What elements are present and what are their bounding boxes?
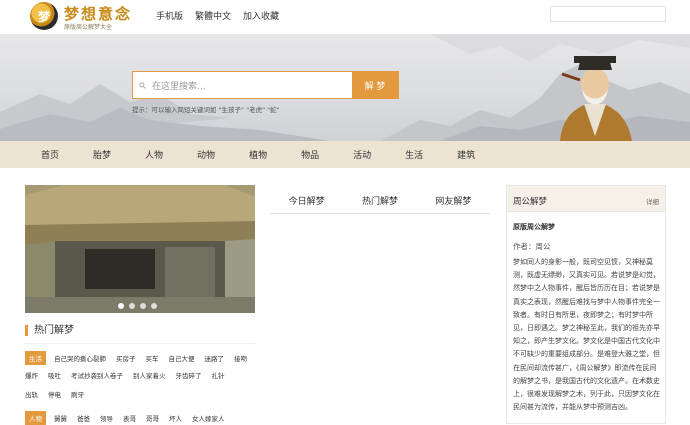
tag-link[interactable]: 刷牙 [71, 389, 84, 399]
search-button[interactable]: 解 梦 [352, 72, 398, 98]
tag-link[interactable]: 买房子 [116, 353, 136, 363]
more-link[interactable]: 详细 [646, 196, 659, 206]
top-nav: 手机版 繁體中文 加入收藏 [156, 9, 279, 22]
hero-banner: 在这里搜索... 解 梦 提示：可以输入简短关键词如 "生孩子" "老虎" "蛇… [0, 34, 690, 141]
slider-image[interactable] [25, 185, 255, 313]
book-title[interactable]: 原版周公解梦 [513, 222, 555, 232]
nav-traditional[interactable]: 繁體中文 [195, 9, 231, 22]
nav-bookmark[interactable]: 加入收藏 [243, 9, 279, 22]
search-hint: 提示：可以输入简短关键词如 "生孩子" "老虎" "蛇" [132, 106, 280, 114]
zhougong-panel: 周公解梦 详细 原版周公解梦 作者：周公 梦如同人的身影一般，既司空见惯，又神秘… [506, 185, 666, 424]
tag-link[interactable]: 考试抄袭别人卷子 [71, 370, 123, 380]
slider-dot[interactable] [140, 303, 146, 309]
tag-link[interactable]: 出轨 [25, 389, 38, 399]
tag-row-3: 出轨 停电 刷牙 [25, 389, 94, 399]
cat-buildings[interactable]: 建筑 [457, 148, 475, 161]
cat-activities[interactable]: 活动 [353, 148, 371, 161]
zhougong-figure [560, 56, 632, 141]
cat-people[interactable]: 人物 [145, 148, 163, 161]
tag-link[interactable]: 舅舅 [54, 413, 67, 423]
search-placeholder: 在这里搜索... [152, 81, 206, 92]
tab-netizen[interactable]: 网友解梦 [435, 194, 471, 207]
tag-category-people[interactable]: 人物 [25, 411, 46, 425]
tag-link[interactable]: 爆炸 [25, 370, 38, 380]
main-search: 在这里搜索... 解 梦 [132, 71, 399, 99]
tag-link[interactable]: 别人家着火 [133, 370, 166, 380]
slider-dots [118, 303, 157, 309]
logo-glyph: 梦 [37, 9, 50, 24]
tag-link[interactable]: 女人嫁家人 [192, 413, 225, 423]
tag-link[interactable]: 迷路了 [205, 353, 225, 363]
hut-photo [25, 185, 255, 313]
slider-dot[interactable] [118, 303, 124, 309]
tag-link[interactable]: 自己大便 [169, 353, 195, 363]
tag-row-1: 生活 自己哭的撕心裂肺 买房子 买车 自己大便 迷路了 接吻 [25, 351, 257, 365]
tag-link[interactable]: 哥哥 [146, 413, 159, 423]
tab-today[interactable]: 今日解梦 [289, 194, 325, 207]
tag-link[interactable]: 牙齿碎了 [176, 370, 202, 380]
tabs-divider [270, 213, 490, 214]
tag-link[interactable]: 吸吐 [48, 370, 61, 380]
slider-dot[interactable] [151, 303, 157, 309]
cat-animals[interactable]: 动物 [197, 148, 215, 161]
tag-link[interactable]: 接吻 [234, 353, 247, 363]
panel-header: 周公解梦 详细 [507, 186, 665, 212]
tag-category-life[interactable]: 生活 [25, 351, 46, 365]
search-input[interactable]: 在这里搜索... [133, 72, 352, 98]
tag-link[interactable]: 扎针 [212, 370, 225, 380]
site-subtitle: 原版周公解梦大全 [64, 24, 113, 31]
tag-row-4: 人物 舅舅 爸爸 领导 表哥 哥哥 坏人 女人嫁家人 [25, 411, 235, 425]
panel-title: 周公解梦 [513, 197, 548, 207]
book-intro: 梦如同人的身影一般，既司空见惯，又神秘莫测，既虚无缥缈，又真实可见。若说梦是幻觉… [513, 258, 660, 412]
logo-icon[interactable]: 梦 [30, 2, 58, 30]
cat-home[interactable]: 首页 [41, 148, 59, 161]
cat-plants[interactable]: 植物 [249, 148, 267, 161]
cat-life[interactable]: 生活 [405, 148, 423, 161]
category-nav: 首页 胎梦 人物 动物 植物 物品 活动 生活 建筑 [0, 141, 690, 168]
tag-link[interactable]: 买车 [146, 353, 159, 363]
slider-dot[interactable] [129, 303, 135, 309]
tag-link[interactable]: 爸爸 [77, 413, 90, 423]
dream-tabs: 今日解梦 热门解梦 网友解梦 [270, 194, 490, 207]
tag-row-2: 爆炸 吸吐 考试抄袭别人卷子 别人家着火 牙齿碎了 扎针 [25, 370, 235, 380]
tag-link[interactable]: 停电 [48, 389, 61, 399]
top-bar: 梦 梦想意念 原版周公解梦大全 手机版 繁體中文 加入收藏 [0, 0, 690, 34]
tag-link[interactable]: 坏人 [169, 413, 182, 423]
tag-link[interactable]: 自己哭的撕心裂肺 [54, 353, 106, 363]
book-author: 作者：周公 [513, 242, 551, 251]
tab-hot[interactable]: 热门解梦 [362, 194, 398, 207]
tag-link[interactable]: 表哥 [123, 413, 136, 423]
search-icon [139, 81, 146, 89]
top-search-input[interactable] [550, 6, 666, 22]
site-title[interactable]: 梦想意念 [64, 3, 132, 24]
hot-dreams-title: 热门解梦 [25, 325, 74, 336]
nav-mobile[interactable]: 手机版 [156, 9, 183, 22]
divider [25, 343, 255, 344]
tag-link[interactable]: 领导 [100, 413, 113, 423]
cat-taimeng[interactable]: 胎梦 [93, 148, 111, 161]
cat-objects[interactable]: 物品 [301, 148, 319, 161]
